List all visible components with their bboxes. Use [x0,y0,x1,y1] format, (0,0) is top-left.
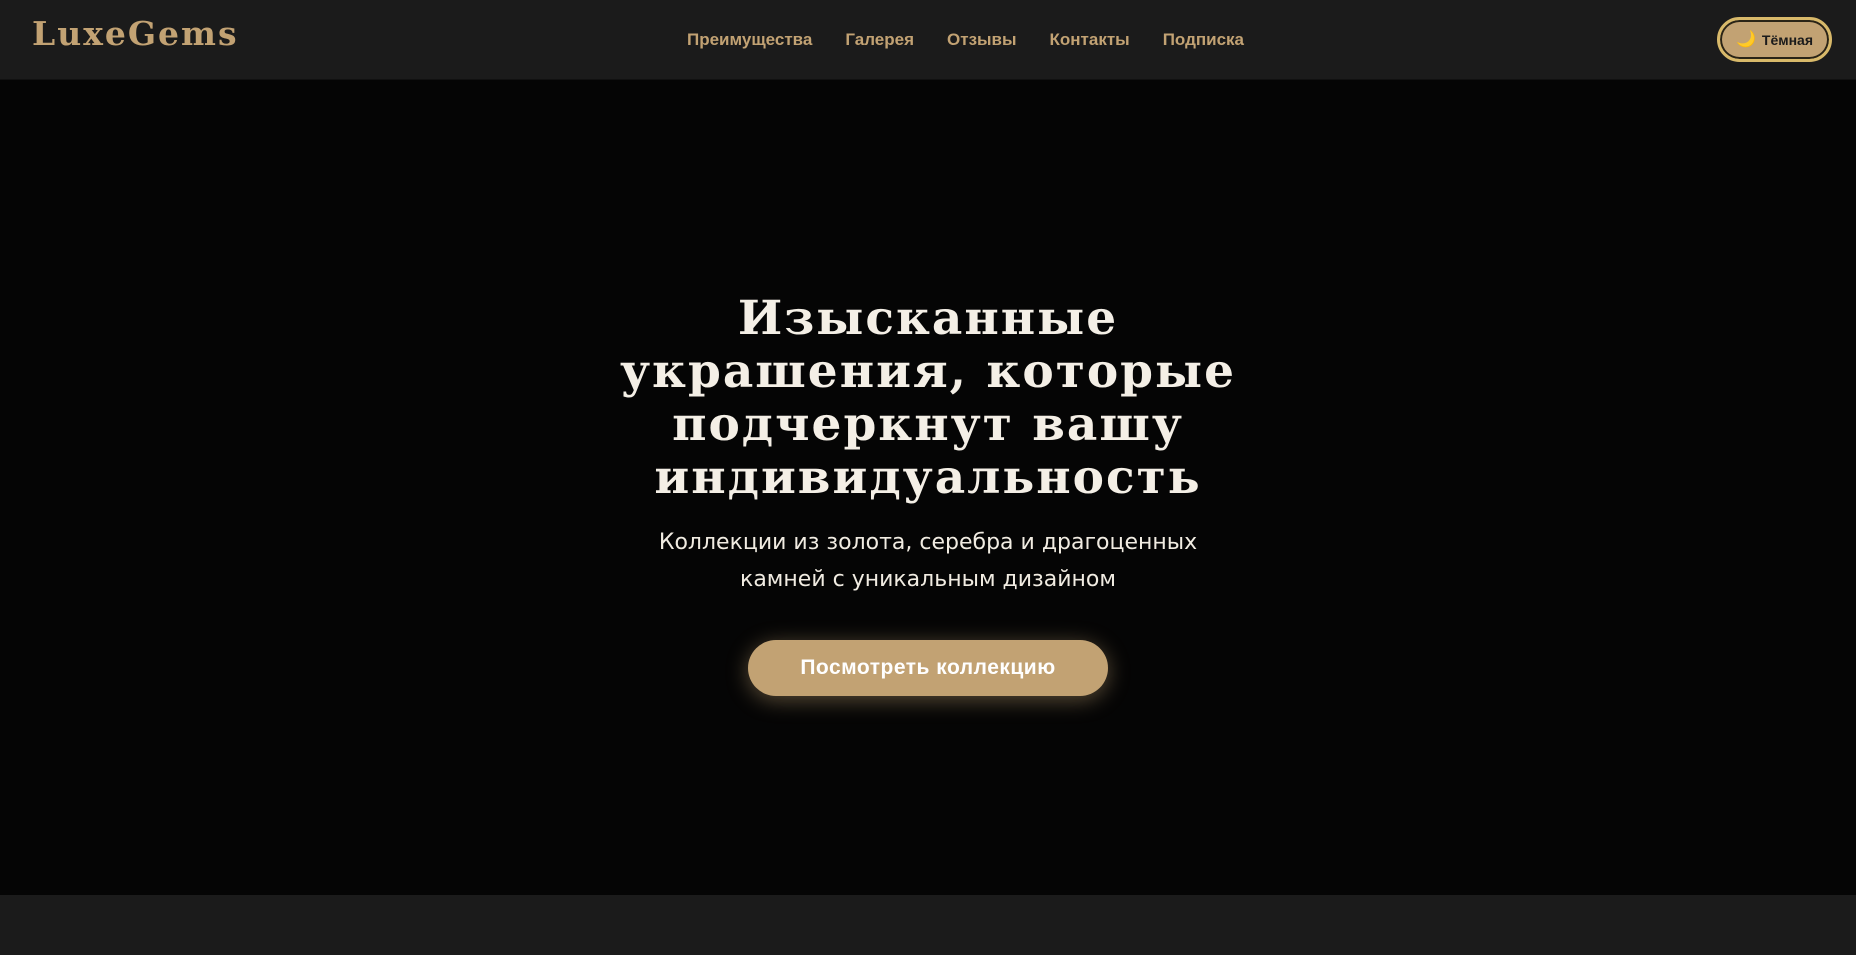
nav-link-contacts[interactable]: Контакты [1050,30,1130,50]
hero-section: Изысканные украшения, которые подчеркнут… [0,80,1856,895]
moon-icon: 🌙 [1735,30,1756,48]
view-collection-button[interactable]: Посмотреть коллекцию [748,640,1108,696]
theme-toggle-button[interactable]: 🌙 Тёмная [1716,17,1832,62]
main-nav: Преимущества Галерея Отзывы Контакты Под… [687,0,1244,80]
hero-subtitle: Коллекции из золота, серебра и драгоценн… [658,530,1198,592]
site-logo[interactable]: LuxeGems [32,17,239,50]
nav-link-subscription[interactable]: Подписка [1163,30,1244,50]
hero-content: Изысканные украшения, которые подчеркнут… [0,292,1856,696]
theme-toggle-label: Тёмная [1761,31,1813,48]
nav-link-reviews[interactable]: Отзывы [947,30,1017,50]
hero-title: Изысканные украшения, которые подчеркнут… [619,291,1237,505]
nav-link-advantages[interactable]: Преимущества [687,30,812,50]
site-header: LuxeGems Преимущества Галерея Отзывы Кон… [0,0,1856,80]
nav-link-gallery[interactable]: Галерея [845,30,914,50]
next-section [0,895,1856,955]
